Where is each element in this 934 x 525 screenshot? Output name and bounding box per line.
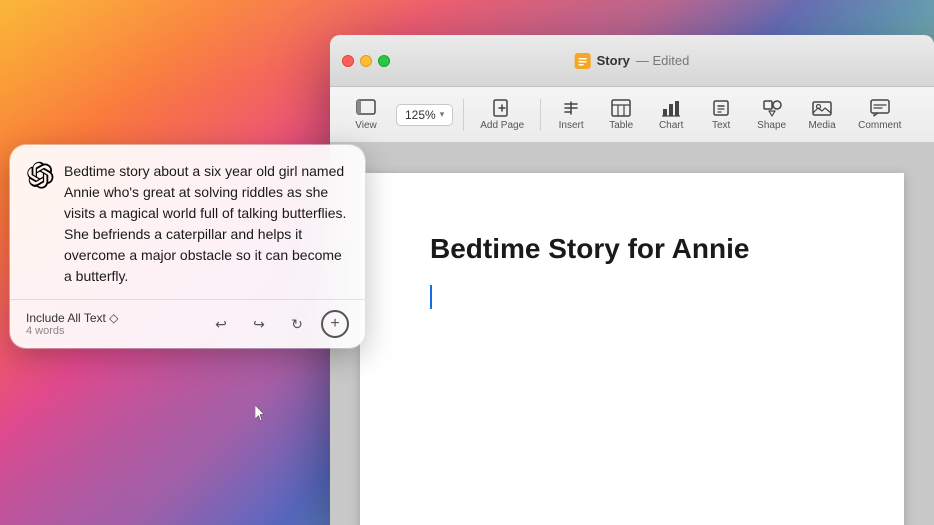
pages-window: Story — Edited View 125% ▾ [330,35,934,525]
toolbar-item-media[interactable]: Media [798,94,846,135]
chat-message-text: Bedtime story about a six year old girl … [64,161,349,287]
chat-message: Bedtime story about a six year old girl … [26,161,349,287]
insert-icon [561,98,581,118]
toolbar-item-chart[interactable]: Chart [647,94,695,135]
toolbar-item-table[interactable]: Table [597,94,645,135]
table-label: Table [609,120,633,131]
word-count-label: 4 words [26,325,118,337]
media-icon [812,98,832,118]
chart-label: Chart [659,120,683,131]
chat-footer: Include All Text ◇ 4 words ↩ ↪ ↻ + [10,299,365,348]
zoom-value: 125% [405,108,436,122]
text-cursor [430,285,432,309]
chat-panel: Bedtime story about a six year old girl … [10,145,365,348]
close-button[interactable] [342,55,354,67]
comment-label: Comment [858,120,901,131]
toolbar-item-comment[interactable]: Comment [848,94,911,135]
toolbar-item-add-page[interactable]: Add Page [470,94,534,135]
window-title: Story [597,53,630,68]
chat-footer-left: Include All Text ◇ 4 words [26,311,118,337]
cursor [255,405,267,423]
text-icon [711,98,731,118]
shape-label: Shape [757,120,786,131]
add-page-label: Add Page [480,120,524,131]
traffic-lights [342,55,390,67]
chart-icon [661,98,681,118]
maximize-button[interactable] [378,55,390,67]
openai-logo-icon [26,161,54,189]
document-area[interactable]: Bedtime Story for Annie [330,143,934,525]
toolbar-item-text[interactable]: Text [697,94,745,135]
redo-button[interactable]: ↪ [245,310,273,338]
view-icon [356,98,376,118]
add-button[interactable]: + [321,310,349,338]
undo-button[interactable]: ↩ [207,310,235,338]
comment-icon [870,98,890,118]
app-icon [575,53,591,69]
title-bar: Story — Edited [330,35,934,87]
title-bar-center: Story — Edited [575,53,690,69]
chat-actions: ↩ ↪ ↻ + [207,310,349,338]
view-label: View [355,120,377,131]
zoom-control[interactable]: 125% ▾ [396,104,453,126]
shape-icon [762,98,782,118]
toolbar-separator-1 [463,99,464,131]
minimize-button[interactable] [360,55,372,67]
chat-content: Bedtime story about a six year old girl … [10,145,365,299]
toolbar-separator-2 [540,99,541,131]
toolbar-item-view[interactable]: View [342,94,390,135]
media-label: Media [808,120,835,131]
toolbar: View 125% ▾ Add Page [330,87,934,143]
table-icon [611,98,631,118]
include-all-text-label[interactable]: Include All Text ◇ [26,311,118,325]
window-edited-label: — Edited [636,53,689,68]
add-page-icon [492,98,512,118]
document-title: Bedtime Story for Annie [430,233,834,265]
refresh-button[interactable]: ↻ [283,310,311,338]
document-page: Bedtime Story for Annie [360,173,904,525]
zoom-chevron: ▾ [440,109,445,120]
insert-label: Insert [559,120,584,131]
toolbar-item-shape[interactable]: Shape [747,94,796,135]
text-label: Text [712,120,730,131]
toolbar-item-insert[interactable]: Insert [547,94,595,135]
